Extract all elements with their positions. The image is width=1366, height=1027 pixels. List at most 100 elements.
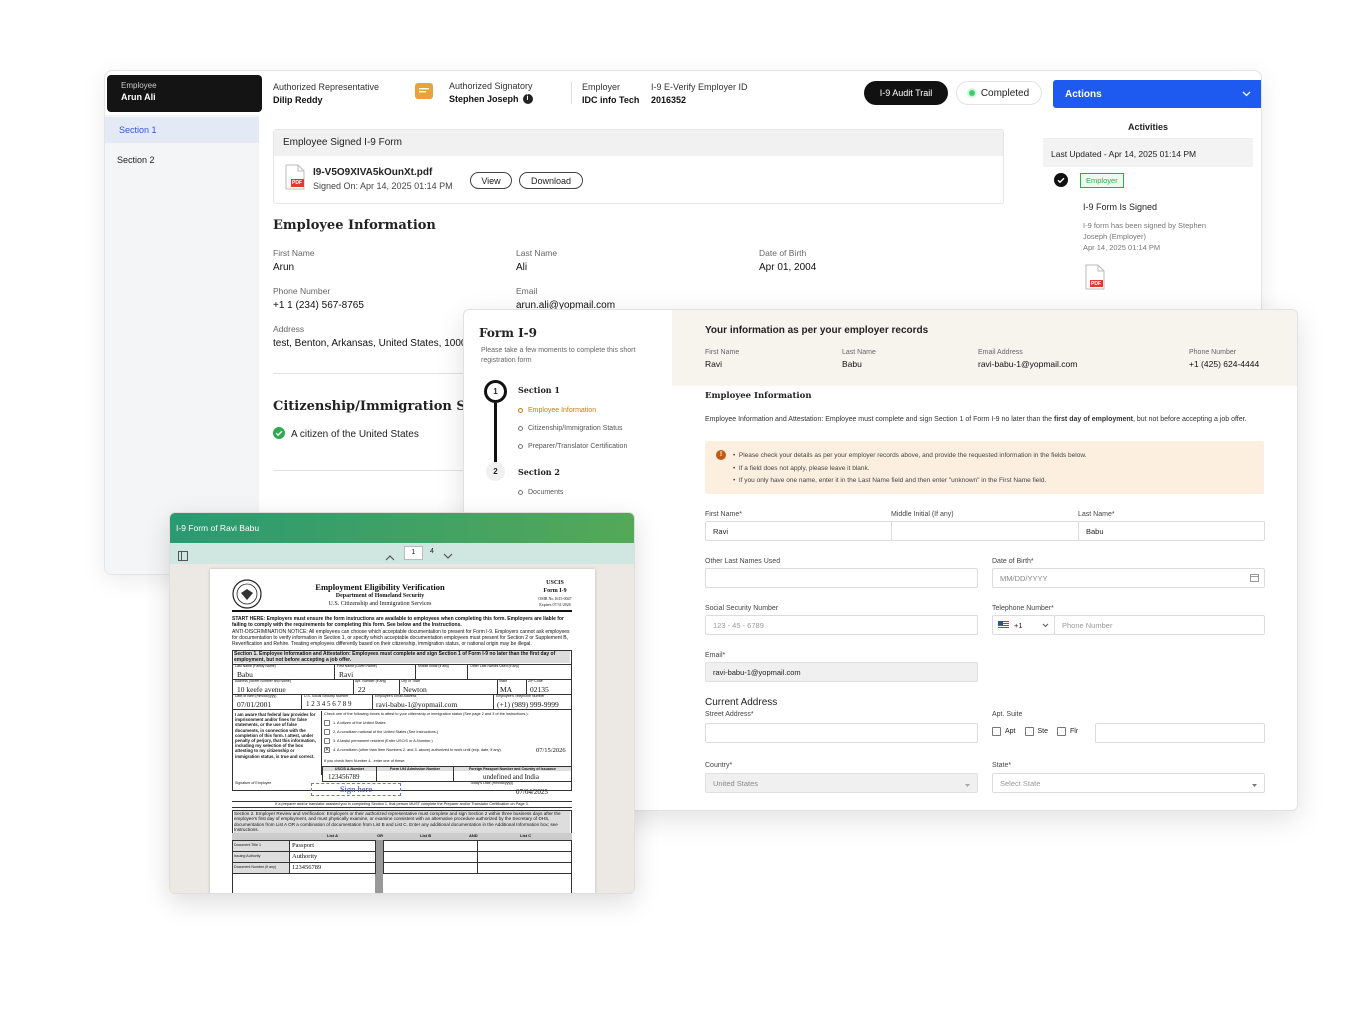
country-value: United States: [713, 779, 759, 788]
pdf-city-label: City or Town: [401, 679, 421, 683]
email-label: Email: [516, 286, 538, 296]
activity-time: Apr 14, 2025 01:14 PM: [1083, 243, 1161, 252]
street-input[interactable]: [705, 723, 978, 743]
attest-bold: first day of employment: [1054, 416, 1133, 423]
doc-form-no: Form I-9: [543, 588, 567, 594]
notice-item: • Please check your details as per your …: [733, 452, 1087, 459]
middle-initial-input[interactable]: [891, 521, 1079, 541]
pdf-opt4-date: 07/15/2026: [536, 747, 566, 754]
country-select[interactable]: United States: [705, 773, 978, 793]
pdf-opt-label: 4. A noncitizen (other than Item Numbers…: [333, 748, 501, 752]
ste-checkbox[interactable]: [1024, 727, 1034, 736]
caret-down-icon: [1252, 781, 1257, 790]
signed-form-card: Employee Signed I-9 Form PDF I9-V5O9XIVA…: [273, 129, 1004, 204]
rep-label: Authorized Representative: [273, 82, 380, 92]
flr-option-label: Flr: [1070, 728, 1079, 735]
citizenship-status: A citizen of the United States: [273, 427, 419, 442]
pdf-state-label: State: [499, 679, 508, 683]
record-value: Babu: [842, 359, 862, 369]
record-email: Email Address ravi-babu-1@yopmail.com: [978, 349, 1077, 369]
attest-text: Employee Information and Attestation: Em…: [705, 416, 1055, 423]
other-names-input[interactable]: [705, 568, 978, 588]
apt-checkbox-group: Apt Ste Flr: [992, 727, 1078, 736]
phone-input[interactable]: Phone Number: [1054, 615, 1265, 635]
record-value: Ravi: [705, 359, 723, 369]
last-updated: Last Updated - Apr 14, 2025 01:14 PM: [1043, 139, 1253, 167]
status-text: Completed: [980, 87, 1030, 99]
apt-checkbox[interactable]: [992, 727, 1001, 736]
divider: [273, 373, 465, 374]
pdf-file-icon: PDF: [285, 164, 305, 190]
ssn-input[interactable]: 123 - 45 - 6789: [705, 615, 978, 635]
country-code-select[interactable]: +1: [992, 615, 1055, 635]
step-item-citizenship[interactable]: Citizenship/Immigration Status: [518, 425, 623, 432]
email-input[interactable]: ravi-babu-1@yopmail.com: [705, 662, 978, 682]
pdf-tel: (+1) (989) 999-9999: [497, 700, 559, 709]
step-item-documents[interactable]: Documents: [518, 489, 563, 496]
next-page-icon[interactable]: [443, 547, 453, 565]
pdf-issuing-label: Issuing Authority: [234, 854, 261, 858]
record-label: Phone Number: [1189, 349, 1237, 356]
calendar-icon[interactable]: [1250, 573, 1259, 584]
notice-text: If a field does not apply, please leave …: [738, 464, 870, 472]
signatory-name: Stephen Joseph: [449, 94, 519, 104]
comment-icon[interactable]: [415, 83, 433, 99]
pdf-opt1: 1. A citizen of the United States: [324, 720, 386, 726]
last-name-input[interactable]: Babu: [1078, 521, 1265, 541]
step-item-employee-info[interactable]: Employee Information: [518, 407, 596, 414]
page-number-input[interactable]: 1: [404, 546, 423, 560]
ssn-label: Social Security Number: [705, 605, 779, 612]
pdf-docnum: 123456789: [292, 864, 322, 871]
info-icon[interactable]: i: [522, 94, 533, 104]
pdf-mi-label: Middle Initial (if any): [418, 664, 450, 668]
pdf-badge: PDF: [1091, 281, 1101, 287]
pdf-opt-label: 2. A noncitizen national of the United S…: [333, 730, 439, 734]
sign-here-field[interactable]: Sign here: [311, 783, 401, 796]
pdf-file-icon[interactable]: PDF: [1085, 264, 1105, 290]
chevron-down-icon: [1042, 621, 1049, 630]
step-1-indicator: 1: [484, 380, 507, 403]
employee-card[interactable]: Employee Arun Ali: [107, 75, 262, 112]
pdf-last-name-label: Last Name (Family Name): [235, 664, 276, 668]
view-button[interactable]: View: [470, 172, 512, 189]
doc-heading: Employment Eligibility Verification: [315, 582, 445, 592]
phone-value: +1 1 (234) 567-8765: [273, 300, 364, 311]
list-a-label: List A: [327, 833, 338, 838]
check-circle-icon: [273, 427, 285, 442]
doc-expires: Expires 07/31/2026: [539, 602, 571, 607]
doc-uscis: USCIS: [546, 580, 564, 586]
sidebar-item-section-1[interactable]: Section 1: [105, 117, 259, 143]
anti-disc-text: ANTI-DISCRIMINATION NOTICE: All employee…: [232, 629, 570, 647]
step-item-preparer[interactable]: Preparer/Translator Certification: [518, 443, 627, 450]
step-2-title[interactable]: Section 2: [518, 467, 560, 477]
section2-heading: Section 2. Employer Review and Verificat…: [234, 811, 570, 833]
dob-input[interactable]: MM/DD/YYYY: [992, 568, 1265, 588]
flr-checkbox[interactable]: [1057, 727, 1067, 736]
pdf-city: Newton: [403, 685, 427, 694]
state-placeholder: Select State: [1000, 779, 1041, 788]
first-name-input[interactable]: Ravi: [705, 521, 892, 541]
email-label: Email*: [705, 652, 726, 659]
doc-agency: U.S. Citizenship and Immigration Service…: [328, 601, 432, 607]
step-dot-icon: [518, 408, 523, 413]
step-dot-icon: [518, 490, 523, 495]
record-last-name: Last Name Babu: [842, 349, 876, 369]
pdf-zip-label: ZIP Code: [528, 679, 543, 683]
actions-dropdown[interactable]: Actions: [1053, 80, 1261, 108]
step-1-title[interactable]: Section 1: [518, 385, 560, 395]
audit-trail-button[interactable]: I-9 Audit Trail: [864, 81, 948, 105]
header-divider: [571, 82, 572, 104]
pdf-email-label: Employee's Email Address: [375, 694, 417, 698]
state-select[interactable]: Select State: [992, 773, 1265, 793]
current-address-heading: Current Address: [705, 697, 778, 708]
pdf-opt-label: 1. A citizen of the United States: [333, 721, 386, 725]
list-b-cell: [383, 862, 478, 874]
apt-number-input[interactable]: [1095, 723, 1265, 743]
pdf-last-name: Babu: [237, 670, 253, 679]
notice-box: ! • Please check your details as per you…: [705, 441, 1264, 494]
pdf-addr: 10 keefe avenue: [237, 685, 286, 694]
sidebar-item-section-2[interactable]: Section 2: [105, 147, 259, 173]
signed-filename[interactable]: I9-V5O9XIVA5kOunXt.pdf: [313, 167, 432, 178]
step-item-label: Citizenship/Immigration Status: [528, 425, 623, 432]
download-button[interactable]: Download: [519, 172, 583, 189]
